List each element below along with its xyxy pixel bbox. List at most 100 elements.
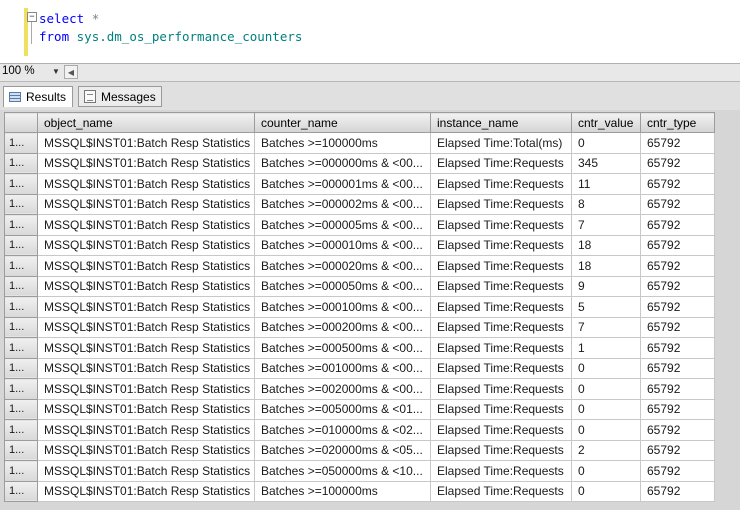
cntr-type-cell[interactable]: 65792 <box>640 357 715 379</box>
row-header[interactable]: 1... <box>4 357 38 379</box>
instance-name-cell[interactable]: Elapsed Time:Requests <box>430 357 572 379</box>
instance-name-cell[interactable]: Elapsed Time:Requests <box>430 316 572 338</box>
counter-name-cell[interactable]: Batches >=000050ms & <00... <box>254 275 431 297</box>
object-name-cell[interactable]: MSSQL$INST01:Batch Resp Statistics <box>37 234 255 256</box>
counter-name-cell[interactable]: Batches >=000100ms & <00... <box>254 296 431 318</box>
select-all-corner[interactable] <box>4 112 38 133</box>
zoom-value[interactable]: 100 % <box>2 65 35 77</box>
row-header[interactable]: 1... <box>4 173 38 195</box>
cntr-value-cell[interactable]: 0 <box>571 357 641 379</box>
row-header[interactable]: 1... <box>4 214 38 236</box>
cntr-type-cell[interactable]: 65792 <box>640 316 715 338</box>
tab-messages[interactable]: Messages <box>78 86 162 107</box>
cntr-type-cell[interactable]: 65792 <box>640 378 715 400</box>
column-header-counter-name[interactable]: counter_name <box>254 112 431 133</box>
table-row[interactable]: 1... MSSQL$INST01:Batch Resp Statistics Ba… <box>4 316 715 338</box>
instance-name-cell[interactable]: Elapsed Time:Requests <box>430 296 572 318</box>
query-editor[interactable]: − select * from sys.dm_os_performance_co… <box>0 0 740 64</box>
code-line-1[interactable]: select * <box>39 11 99 26</box>
cntr-type-cell[interactable]: 65792 <box>640 296 715 318</box>
scroll-left-icon[interactable]: ◀ <box>64 65 78 79</box>
object-name-cell[interactable]: MSSQL$INST01:Batch Resp Statistics <box>37 275 255 297</box>
object-name-cell[interactable]: MSSQL$INST01:Batch Resp Statistics <box>37 255 255 277</box>
table-row[interactable]: 1... MSSQL$INST01:Batch Resp Statistics Ba… <box>4 480 715 502</box>
row-header[interactable]: 1... <box>4 480 38 502</box>
table-row[interactable]: 1... MSSQL$INST01:Batch Resp Statistics Ba… <box>4 419 715 441</box>
counter-name-cell[interactable]: Batches >=001000ms & <00... <box>254 357 431 379</box>
cntr-value-cell[interactable]: 1 <box>571 337 641 359</box>
counter-name-cell[interactable]: Batches >=100000ms <box>254 480 431 502</box>
cntr-type-cell[interactable]: 65792 <box>640 132 715 154</box>
object-name-cell[interactable]: MSSQL$INST01:Batch Resp Statistics <box>37 152 255 174</box>
instance-name-cell[interactable]: Elapsed Time:Requests <box>430 193 572 215</box>
counter-name-cell[interactable]: Batches >=100000ms <box>254 132 431 154</box>
instance-name-cell[interactable]: Elapsed Time:Requests <box>430 378 572 400</box>
row-header[interactable]: 1... <box>4 460 38 482</box>
counter-name-cell[interactable]: Batches >=000020ms & <00... <box>254 255 431 277</box>
counter-name-cell[interactable]: Batches >=000005ms & <00... <box>254 214 431 236</box>
table-row[interactable]: 1... MSSQL$INST01:Batch Resp Statistics Ba… <box>4 234 715 256</box>
counter-name-cell[interactable]: Batches >=005000ms & <01... <box>254 398 431 420</box>
object-name-cell[interactable]: MSSQL$INST01:Batch Resp Statistics <box>37 296 255 318</box>
object-name-cell[interactable]: MSSQL$INST01:Batch Resp Statistics <box>37 214 255 236</box>
table-row[interactable]: 1... MSSQL$INST01:Batch Resp Statistics Ba… <box>4 214 715 236</box>
cntr-value-cell[interactable]: 0 <box>571 378 641 400</box>
instance-name-cell[interactable]: Elapsed Time:Total(ms) <box>430 132 572 154</box>
table-row[interactable]: 1... MSSQL$INST01:Batch Resp Statistics Ba… <box>4 275 715 297</box>
counter-name-cell[interactable]: Batches >=000000ms & <00... <box>254 152 431 174</box>
row-header[interactable]: 1... <box>4 234 38 256</box>
counter-name-cell[interactable]: Batches >=000002ms & <00... <box>254 193 431 215</box>
cntr-type-cell[interactable]: 65792 <box>640 480 715 502</box>
cntr-value-cell[interactable]: 0 <box>571 132 641 154</box>
row-header[interactable]: 1... <box>4 132 38 154</box>
cntr-value-cell[interactable]: 0 <box>571 419 641 441</box>
instance-name-cell[interactable]: Elapsed Time:Requests <box>430 214 572 236</box>
object-name-cell[interactable]: MSSQL$INST01:Batch Resp Statistics <box>37 193 255 215</box>
table-row[interactable]: 1... MSSQL$INST01:Batch Resp Statistics Ba… <box>4 152 715 174</box>
object-name-cell[interactable]: MSSQL$INST01:Batch Resp Statistics <box>37 378 255 400</box>
object-name-cell[interactable]: MSSQL$INST01:Batch Resp Statistics <box>37 357 255 379</box>
object-name-cell[interactable]: MSSQL$INST01:Batch Resp Statistics <box>37 480 255 502</box>
table-row[interactable]: 1... MSSQL$INST01:Batch Resp Statistics Ba… <box>4 398 715 420</box>
cntr-type-cell[interactable]: 65792 <box>640 337 715 359</box>
cntr-type-cell[interactable]: 65792 <box>640 275 715 297</box>
tab-results[interactable]: Results <box>3 86 73 107</box>
row-header[interactable]: 1... <box>4 316 38 338</box>
counter-name-cell[interactable]: Batches >=000500ms & <00... <box>254 337 431 359</box>
column-header-cntr-value[interactable]: cntr_value <box>571 112 641 133</box>
cntr-type-cell[interactable]: 65792 <box>640 193 715 215</box>
cntr-value-cell[interactable]: 0 <box>571 480 641 502</box>
instance-name-cell[interactable]: Elapsed Time:Requests <box>430 337 572 359</box>
counter-name-cell[interactable]: Batches >=000001ms & <00... <box>254 173 431 195</box>
instance-name-cell[interactable]: Elapsed Time:Requests <box>430 255 572 277</box>
cntr-value-cell[interactable]: 5 <box>571 296 641 318</box>
object-name-cell[interactable]: MSSQL$INST01:Batch Resp Statistics <box>37 316 255 338</box>
instance-name-cell[interactable]: Elapsed Time:Requests <box>430 480 572 502</box>
cntr-value-cell[interactable]: 0 <box>571 398 641 420</box>
cntr-type-cell[interactable]: 65792 <box>640 234 715 256</box>
cntr-value-cell[interactable]: 7 <box>571 316 641 338</box>
object-name-cell[interactable]: MSSQL$INST01:Batch Resp Statistics <box>37 460 255 482</box>
object-name-cell[interactable]: MSSQL$INST01:Batch Resp Statistics <box>37 398 255 420</box>
cntr-value-cell[interactable]: 0 <box>571 460 641 482</box>
instance-name-cell[interactable]: Elapsed Time:Requests <box>430 234 572 256</box>
results-grid[interactable]: object_name counter_name instance_name c… <box>4 112 715 502</box>
code-line-2[interactable]: from sys.dm_os_performance_counters <box>39 29 302 44</box>
cntr-type-cell[interactable]: 65792 <box>640 398 715 420</box>
table-row[interactable]: 1... MSSQL$INST01:Batch Resp Statistics Ba… <box>4 460 715 482</box>
instance-name-cell[interactable]: Elapsed Time:Requests <box>430 419 572 441</box>
instance-name-cell[interactable]: Elapsed Time:Requests <box>430 460 572 482</box>
table-row[interactable]: 1... MSSQL$INST01:Batch Resp Statistics Ba… <box>4 296 715 318</box>
object-name-cell[interactable]: MSSQL$INST01:Batch Resp Statistics <box>37 419 255 441</box>
object-name-cell[interactable]: MSSQL$INST01:Batch Resp Statistics <box>37 132 255 154</box>
cntr-type-cell[interactable]: 65792 <box>640 152 715 174</box>
counter-name-cell[interactable]: Batches >=050000ms & <10... <box>254 460 431 482</box>
row-header[interactable]: 1... <box>4 419 38 441</box>
table-row[interactable]: 1... MSSQL$INST01:Batch Resp Statistics Ba… <box>4 439 715 461</box>
object-name-cell[interactable]: MSSQL$INST01:Batch Resp Statistics <box>37 173 255 195</box>
object-name-cell[interactable]: MSSQL$INST01:Batch Resp Statistics <box>37 439 255 461</box>
table-row[interactable]: 1... MSSQL$INST01:Batch Resp Statistics Ba… <box>4 255 715 277</box>
counter-name-cell[interactable]: Batches >=010000ms & <02... <box>254 419 431 441</box>
chevron-down-icon[interactable]: ▼ <box>50 66 62 78</box>
cntr-type-cell[interactable]: 65792 <box>640 460 715 482</box>
